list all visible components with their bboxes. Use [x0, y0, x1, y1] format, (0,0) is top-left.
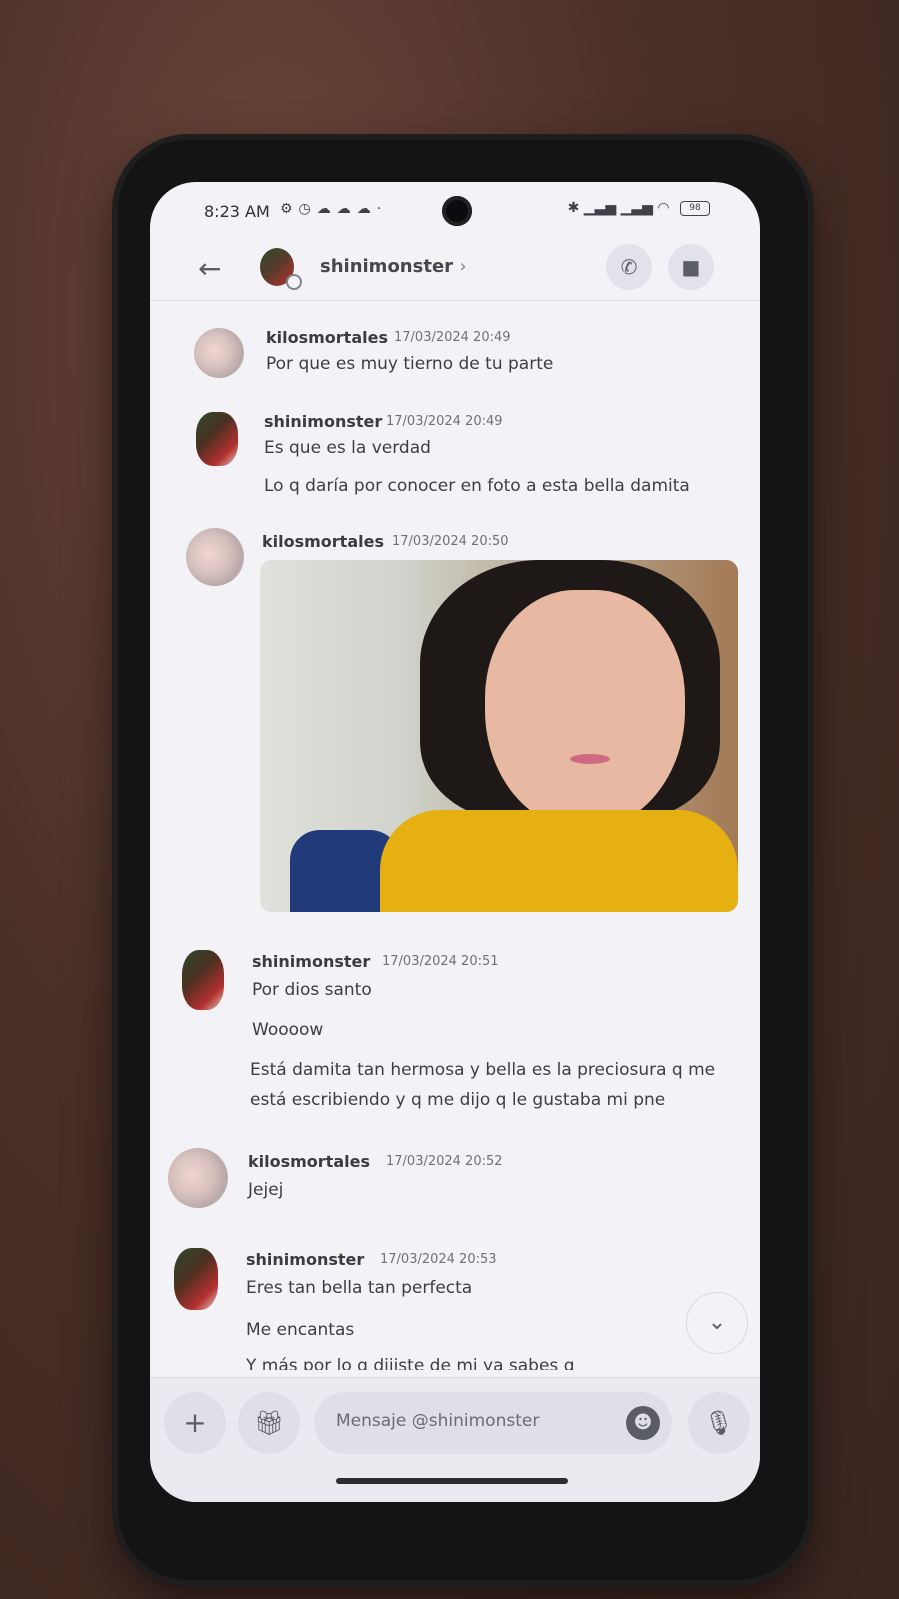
- message-text: Por que es muy tierno de tu parte: [266, 354, 554, 374]
- message-timestamp: 17/03/2024 20:50: [392, 534, 509, 549]
- message-text: Es que es la verdad: [264, 438, 431, 458]
- contact-name-text: shinimonster: [320, 256, 454, 277]
- message-text: Me encantas: [246, 1320, 355, 1340]
- message-text: Woooow: [252, 1020, 324, 1040]
- notification-icons: ⚙◷☁☁☁·: [280, 201, 388, 217]
- message-text: Eres tan bella tan perfecta: [246, 1278, 473, 1298]
- status-bar: 8:23 AM ⚙◷☁☁☁· ✱ ▁▃▅ ▁▃▅ ◠ 98: [150, 182, 760, 242]
- status-time: 8:23 AM: [204, 202, 270, 221]
- plus-icon: +: [183, 1406, 207, 1439]
- avatar[interactable]: [174, 1248, 218, 1310]
- avatar[interactable]: [196, 412, 238, 466]
- avatar[interactable]: [194, 328, 244, 378]
- signal-icon: ▁▃▅: [583, 200, 617, 216]
- message-text: está escribiendo y q me dijo q le gustab…: [250, 1090, 666, 1110]
- battery-icon: 98: [680, 200, 710, 216]
- home-indicator[interactable]: [336, 1478, 568, 1484]
- video-camera-icon: ■: [681, 255, 701, 279]
- chevron-down-icon: ⌄: [707, 1310, 727, 1335]
- chevron-right-icon: ›: [459, 256, 467, 277]
- message-text: Y más por lo q dijiste de mi ya sabes q: [246, 1356, 575, 1370]
- message-text: Jejej: [248, 1180, 284, 1200]
- voice-call-button[interactable]: ✆: [606, 244, 652, 290]
- add-attachment-button[interactable]: +: [164, 1392, 226, 1454]
- emoji-icon: ☻: [633, 1412, 653, 1433]
- signal-icon: ▁▃▅: [620, 200, 653, 216]
- wifi-icon: ◠: [657, 200, 670, 216]
- message-author[interactable]: shinimonster: [264, 412, 382, 431]
- message-author[interactable]: shinimonster: [246, 1250, 364, 1269]
- gift-icon: 🎁︎: [253, 1409, 285, 1437]
- phone-screen: 8:23 AM ⚙◷☁☁☁· ✱ ▁▃▅ ▁▃▅ ◠ 98 ← shinimon…: [150, 182, 760, 1502]
- bluetooth-icon: ✱: [567, 200, 580, 216]
- message-timestamp: 17/03/2024 20:53: [380, 1252, 497, 1267]
- system-icons: ✱ ▁▃▅ ▁▃▅ ◠ 98: [568, 200, 710, 216]
- message-input[interactable]: [334, 1410, 608, 1432]
- message-author[interactable]: kilosmortales: [248, 1152, 370, 1171]
- message-author[interactable]: kilosmortales: [266, 328, 388, 347]
- video-call-button[interactable]: ■: [668, 244, 714, 290]
- phone-call-icon: ✆: [620, 255, 638, 279]
- chat-header: ← shinimonster › ✆ ■: [150, 240, 760, 301]
- message-timestamp: 17/03/2024 20:52: [386, 1154, 503, 1169]
- message-text: Lo q daría por conocer en foto a esta be…: [264, 476, 690, 496]
- image-attachment[interactable]: [260, 560, 738, 912]
- scroll-to-bottom-button[interactable]: ⌄: [686, 1292, 748, 1354]
- avatar[interactable]: [186, 528, 244, 586]
- message-author[interactable]: kilosmortales: [262, 532, 384, 551]
- microphone-icon: 🎙︎: [703, 1409, 735, 1437]
- message-text: Por dios santo: [252, 980, 372, 1000]
- message-text: Está damita tan hermosa y bella es la pr…: [250, 1060, 716, 1080]
- status-indicator: [286, 274, 302, 290]
- front-camera: [442, 196, 472, 226]
- gift-button[interactable]: 🎁︎: [238, 1392, 300, 1454]
- message-author[interactable]: shinimonster: [252, 952, 370, 971]
- avatar[interactable]: [168, 1148, 228, 1208]
- contact-name[interactable]: shinimonster ›: [320, 256, 467, 277]
- message-timestamp: 17/03/2024 20:51: [382, 954, 499, 969]
- voice-message-button[interactable]: 🎙︎: [688, 1392, 750, 1454]
- avatar[interactable]: [182, 950, 224, 1010]
- message-timestamp: 17/03/2024 20:49: [386, 414, 503, 429]
- emoji-button[interactable]: ☻: [626, 1406, 660, 1440]
- message-timestamp: 17/03/2024 20:49: [394, 330, 511, 345]
- message-input-container[interactable]: ☻: [314, 1392, 672, 1454]
- arrow-left-icon[interactable]: ←: [198, 252, 221, 285]
- message-composer: + 🎁︎ ☻ 🎙︎: [150, 1377, 760, 1502]
- message-list[interactable]: kilosmortales 17/03/2024 20:49 Por que e…: [150, 312, 760, 1372]
